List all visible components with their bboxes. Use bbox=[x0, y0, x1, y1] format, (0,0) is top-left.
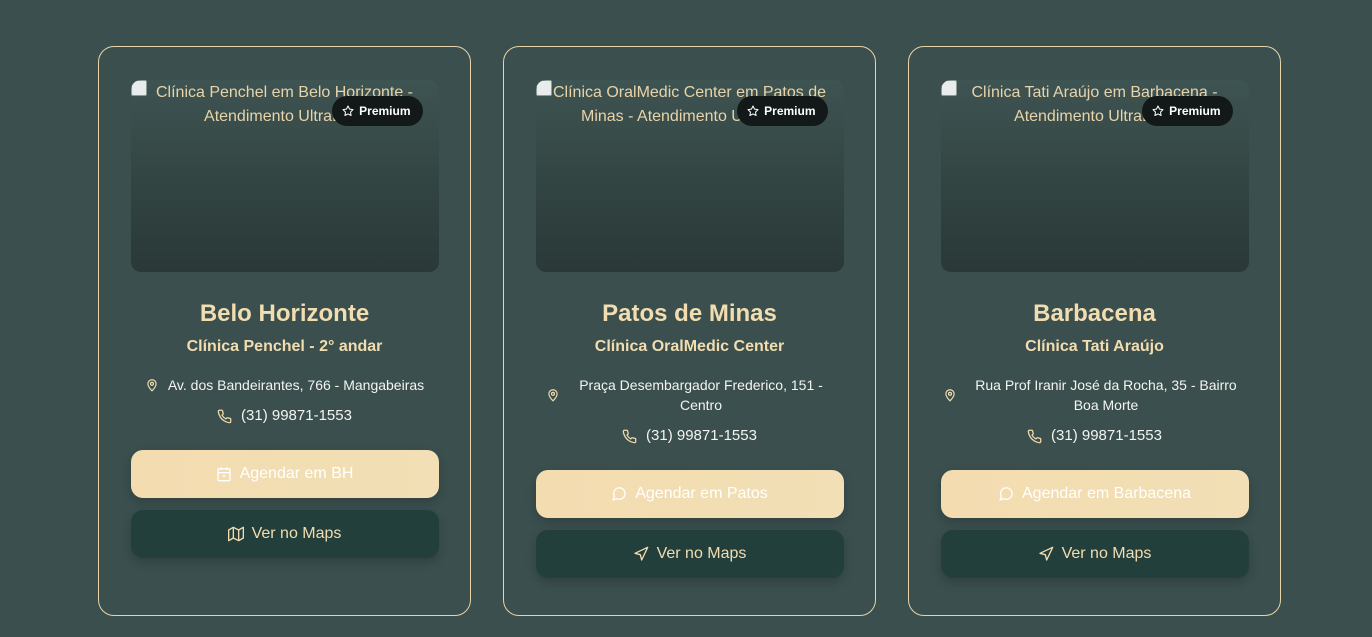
address-text: Praça Desembargador Frederico, 151 - Cen… bbox=[579, 377, 823, 413]
map-pin-icon bbox=[945, 389, 955, 402]
address-row: Rua Prof Iranir José da Rocha, 35 - Bair… bbox=[941, 375, 1249, 415]
badge-label: Premium bbox=[764, 104, 816, 118]
clinic-card-patos-de-minas: Clínica OralMedic Center em Patos de Min… bbox=[503, 46, 876, 616]
address-text: Av. dos Bandeirantes, 766 - Mangabeiras bbox=[167, 377, 425, 393]
map-pin-icon bbox=[147, 379, 157, 392]
phone-number[interactable]: (31) 99871-1553 bbox=[241, 406, 352, 426]
phone-icon bbox=[622, 429, 637, 443]
phone-icon bbox=[217, 409, 232, 423]
phone-icon bbox=[1027, 429, 1042, 443]
clinic-card-belo-horizonte: Clínica Penchel em Belo Horizonte - Aten… bbox=[98, 46, 471, 616]
clinic-photo: Clínica OralMedic Center em Patos de Min… bbox=[535, 80, 844, 272]
clinic-card-barbacena: Clínica Tati Araújo em Barbacena - Atend… bbox=[908, 46, 1281, 616]
maps-button-label: Ver no Maps bbox=[251, 525, 342, 542]
address-row: Praça Desembargador Frederico, 151 - Cen… bbox=[536, 375, 844, 415]
clinic-photo: Clínica Penchel em Belo Horizonte - Aten… bbox=[130, 80, 439, 272]
city-title: Patos de Minas bbox=[602, 300, 777, 327]
phone-row: (31) 99871-1553 bbox=[941, 426, 1249, 446]
star-icon bbox=[747, 105, 759, 116]
chat-icon bbox=[612, 487, 626, 501]
clinic-name: Clínica Penchel - 2° andar bbox=[186, 338, 383, 355]
maps-button[interactable]: Ver no Maps bbox=[940, 530, 1249, 578]
city-title: Belo Horizonte bbox=[199, 300, 370, 327]
calendar-icon bbox=[216, 467, 231, 482]
chat-icon bbox=[999, 487, 1013, 501]
star-icon bbox=[1152, 105, 1164, 116]
badge-label: Premium bbox=[1169, 104, 1221, 118]
clinic-name: Clínica OralMedic Center bbox=[594, 338, 785, 355]
schedule-button-label: Agendar em BH bbox=[239, 465, 354, 482]
clinic-cards: Clínica Penchel em Belo Horizonte - Aten… bbox=[98, 46, 1281, 616]
phone-number[interactable]: (31) 99871-1553 bbox=[646, 426, 757, 446]
clinic-name: Clínica Tati Araújo bbox=[1025, 338, 1164, 355]
schedule-button[interactable]: Agendar em Barbacena bbox=[940, 470, 1249, 518]
schedule-button-label: Agendar em Barbacena bbox=[1022, 485, 1191, 502]
map-icon bbox=[227, 526, 244, 542]
navigation-icon bbox=[1038, 546, 1053, 561]
address-row: Av. dos Bandeirantes, 766 - Mangabeiras bbox=[131, 375, 439, 395]
schedule-button[interactable]: Agendar em BH bbox=[130, 450, 439, 498]
map-pin-icon bbox=[548, 389, 558, 402]
city-title: Barbacena bbox=[1033, 300, 1156, 327]
maps-button[interactable]: Ver no Maps bbox=[535, 530, 844, 578]
phone-row: (31) 99871-1553 bbox=[536, 426, 844, 446]
premium-badge: Premium bbox=[737, 96, 828, 126]
premium-badge: Premium bbox=[332, 96, 423, 126]
schedule-button-label: Agendar em Patos bbox=[635, 485, 768, 502]
phone-row: (31) 99871-1553 bbox=[131, 406, 439, 426]
premium-badge: Premium bbox=[1142, 96, 1233, 126]
clinic-photo: Clínica Tati Araújo em Barbacena - Atend… bbox=[940, 80, 1249, 272]
address-text: Rua Prof Iranir José da Rocha, 35 - Bair… bbox=[975, 377, 1237, 413]
navigation-icon bbox=[633, 546, 648, 561]
phone-number[interactable]: (31) 99871-1553 bbox=[1051, 426, 1162, 446]
maps-button[interactable]: Ver no Maps bbox=[130, 510, 439, 558]
schedule-button[interactable]: Agendar em Patos bbox=[535, 470, 844, 518]
maps-button-label: Ver no Maps bbox=[1061, 545, 1152, 562]
maps-button-label: Ver no Maps bbox=[656, 545, 747, 562]
badge-label: Premium bbox=[359, 104, 411, 118]
star-icon bbox=[342, 105, 354, 116]
